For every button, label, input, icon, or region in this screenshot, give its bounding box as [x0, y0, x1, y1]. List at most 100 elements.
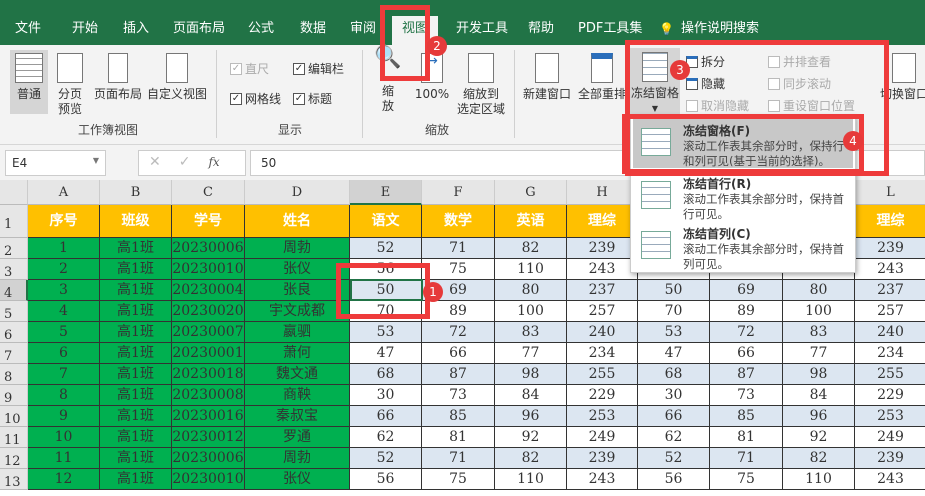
header-cell-H[interactable]: 理综 [567, 205, 638, 238]
header-cell-A[interactable]: 序号 [28, 205, 100, 238]
table-cell[interactable]: 66 [422, 343, 495, 364]
table-cell[interactable]: 257 [855, 301, 925, 322]
table-cell[interactable]: 239 [855, 448, 925, 469]
table-cell[interactable]: 84 [495, 385, 567, 406]
table-cell[interactable]: 20230016 [172, 406, 245, 427]
gridlines-checkbox[interactable]: ✓ 网格线 [230, 90, 281, 107]
table-cell[interactable]: 75 [422, 469, 495, 490]
table-cell[interactable]: 20230006 [172, 238, 245, 259]
table-cell[interactable]: 高1班 [100, 406, 172, 427]
column-header-L[interactable]: L [855, 180, 925, 205]
table-cell[interactable]: 20230007 [172, 322, 245, 343]
table-cell[interactable]: 239 [567, 448, 638, 469]
table-cell[interactable]: 75 [710, 469, 783, 490]
row-header-7[interactable]: 7 [0, 343, 28, 364]
table-cell[interactable]: 100 [783, 301, 855, 322]
table-cell[interactable]: 82 [495, 238, 567, 259]
table-cell[interactable]: 72 [710, 322, 783, 343]
ruler-checkbox[interactable]: ✓ 直尺 [230, 60, 269, 77]
table-cell[interactable]: 110 [783, 469, 855, 490]
table-cell[interactable]: 张仪 [245, 469, 350, 490]
table-cell[interactable]: 12 [28, 469, 100, 490]
table-cell[interactable]: 商鞅 [245, 385, 350, 406]
table-cell[interactable]: 高1班 [100, 448, 172, 469]
table-cell[interactable]: 20230020 [172, 301, 245, 322]
table-cell[interactable]: 96 [495, 406, 567, 427]
table-cell[interactable]: 3 [28, 280, 100, 301]
table-cell[interactable]: 234 [567, 343, 638, 364]
table-cell[interactable]: 82 [783, 448, 855, 469]
table-cell[interactable]: 20230008 [172, 385, 245, 406]
row-header-4[interactable]: 4 [0, 280, 28, 301]
header-cell-L[interactable]: 理综 [855, 205, 925, 238]
table-cell[interactable]: 255 [567, 364, 638, 385]
tab-1[interactable]: 开始 [62, 16, 108, 45]
page-layout-button[interactable]: 页面布局 [92, 50, 144, 102]
table-cell[interactable]: 77 [783, 343, 855, 364]
table-cell[interactable]: 62 [350, 427, 422, 448]
table-cell[interactable]: 52 [350, 448, 422, 469]
table-cell[interactable]: 20230004 [172, 280, 245, 301]
column-header-G[interactable]: G [495, 180, 567, 205]
table-cell[interactable]: 20230012 [172, 427, 245, 448]
table-cell[interactable]: 257 [567, 301, 638, 322]
table-cell[interactable]: 嬴驷 [245, 322, 350, 343]
table-cell[interactable]: 73 [710, 385, 783, 406]
tab-3[interactable]: 页面布局 [163, 16, 235, 45]
table-cell[interactable]: 52 [638, 448, 710, 469]
row-header-13[interactable]: 13 [0, 469, 28, 490]
table-cell[interactable]: 80 [783, 280, 855, 301]
table-cell[interactable]: 萧何 [245, 343, 350, 364]
table-cell[interactable]: 68 [638, 364, 710, 385]
table-cell[interactable]: 75 [422, 259, 495, 280]
column-header-H[interactable]: H [567, 180, 638, 205]
table-cell[interactable]: 56 [638, 469, 710, 490]
header-cell-B[interactable]: 班级 [100, 205, 172, 238]
table-cell[interactable]: 70 [638, 301, 710, 322]
table-cell[interactable]: 20230010 [172, 259, 245, 280]
table-cell[interactable]: 83 [495, 322, 567, 343]
row-header-6[interactable]: 6 [0, 322, 28, 343]
table-cell[interactable]: 87 [422, 364, 495, 385]
table-cell[interactable]: 89 [710, 301, 783, 322]
table-cell[interactable]: 81 [422, 427, 495, 448]
table-cell[interactable]: 72 [422, 322, 495, 343]
table-cell[interactable]: 253 [855, 406, 925, 427]
row-header-3[interactable]: 3 [0, 259, 28, 280]
menu-item-freeze-top-row[interactable]: 冻结首行(R) 滚动工作表其余部分时，保持首行可见。 [633, 171, 853, 221]
table-cell[interactable]: 高1班 [100, 343, 172, 364]
row-header-9[interactable]: 9 [0, 385, 28, 406]
table-cell[interactable]: 249 [567, 427, 638, 448]
table-cell[interactable]: 81 [710, 427, 783, 448]
table-cell[interactable]: 66 [638, 406, 710, 427]
table-cell[interactable]: 100 [495, 301, 567, 322]
table-cell[interactable]: 高1班 [100, 259, 172, 280]
tab-4[interactable]: 公式 [238, 16, 284, 45]
row-header-2[interactable]: 2 [0, 238, 28, 259]
table-cell[interactable]: 237 [855, 280, 925, 301]
column-header-B[interactable]: B [100, 180, 172, 205]
table-cell[interactable]: 71 [710, 448, 783, 469]
table-cell[interactable]: 80 [495, 280, 567, 301]
table-cell[interactable]: 243 [567, 469, 638, 490]
table-cell[interactable]: 魏文通 [245, 364, 350, 385]
table-cell[interactable]: 240 [855, 322, 925, 343]
table-cell[interactable]: 243 [855, 259, 925, 280]
table-cell[interactable]: 高1班 [100, 280, 172, 301]
table-cell[interactable]: 77 [495, 343, 567, 364]
table-cell[interactable]: 69 [710, 280, 783, 301]
table-cell[interactable]: 253 [567, 406, 638, 427]
table-cell[interactable]: 52 [350, 238, 422, 259]
table-cell[interactable]: 229 [567, 385, 638, 406]
table-cell[interactable]: 89 [422, 301, 495, 322]
table-cell[interactable]: 9 [28, 406, 100, 427]
row-header-11[interactable]: 11 [0, 427, 28, 448]
table-cell[interactable]: 8 [28, 385, 100, 406]
page-break-preview-button[interactable]: 分页 预览 [52, 50, 88, 117]
column-header-D[interactable]: D [245, 180, 350, 205]
menu-item-freeze-first-column[interactable]: 冻结首列(C) 滚动工作表其余部分时，保持首列可见。 [633, 221, 853, 271]
table-cell[interactable]: 85 [422, 406, 495, 427]
header-cell-D[interactable]: 姓名 [245, 205, 350, 238]
tab-8[interactable]: 开发工具 [446, 16, 518, 45]
table-cell[interactable]: 4 [28, 301, 100, 322]
